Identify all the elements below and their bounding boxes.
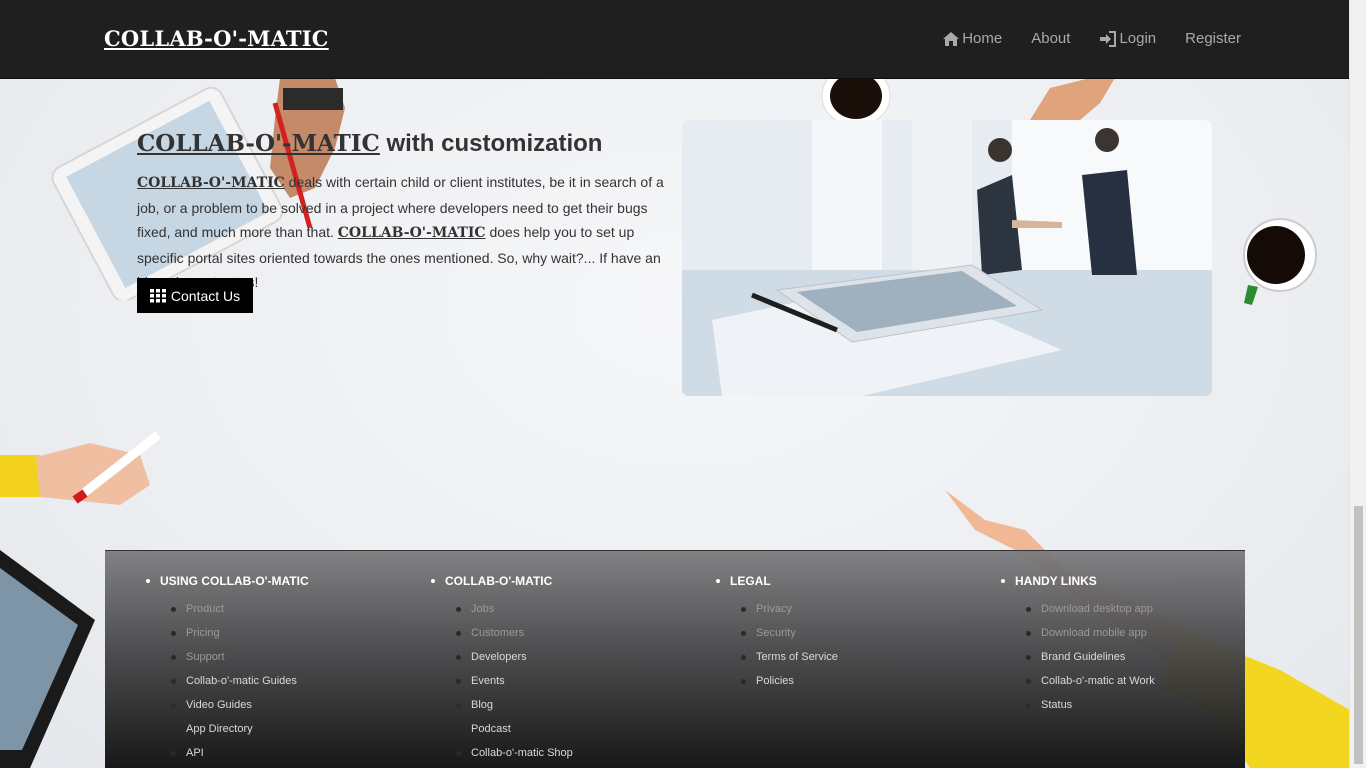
contact-us-label: Contact Us	[170, 287, 241, 304]
business-handshake-image	[682, 120, 1212, 396]
hero-title: COLLAB-O'-MATIC with customization	[137, 130, 602, 158]
footer-link-product[interactable]: Product	[171, 597, 416, 621]
footer-link-jobs[interactable]: Jobs	[456, 597, 701, 621]
footer-link-mobile-app[interactable]: Download mobile app	[1026, 621, 1271, 645]
scrollbar-thumb[interactable]	[1354, 506, 1363, 764]
hero-title-brand: COLLAB-O'-MATIC	[137, 130, 380, 157]
tablet-bottom-left-decoration	[0, 550, 95, 768]
nav-menu: Home About Login Register	[913, 30, 1241, 47]
vertical-scrollbar[interactable]	[1349, 0, 1366, 768]
brand-logo[interactable]: COLLAB-O'-MATIC	[104, 26, 329, 51]
footer-link-desktop-app[interactable]: Download desktop app	[1026, 597, 1271, 621]
footer-link-security[interactable]: Security	[741, 621, 986, 645]
footer-link-events[interactable]: Events	[456, 669, 701, 693]
footer-link-podcast[interactable]: Podcast	[456, 717, 701, 741]
nav-register-label: Register	[1185, 30, 1241, 47]
nav-login-link[interactable]: Login	[1099, 30, 1156, 47]
footer-link-api[interactable]: API	[171, 741, 416, 765]
footer-link-at-work[interactable]: Collab-o'-matic at Work	[1026, 669, 1271, 693]
hero-text-brand-2: COLLAB-O'-MATIC	[337, 225, 486, 241]
footer-link-blog[interactable]: Blog	[456, 693, 701, 717]
footer-link-support[interactable]: Support	[171, 645, 416, 669]
footer-link-video-guides[interactable]: Video Guides	[171, 693, 416, 717]
coffee-cup-right-decoration	[1243, 218, 1317, 305]
footer-link-app-directory[interactable]: App Directory	[171, 717, 416, 741]
nav-about-label: About	[1031, 30, 1071, 47]
footer-heading: LEGAL	[716, 574, 986, 588]
hero-title-rest: with customization	[379, 130, 603, 157]
footer-link-privacy[interactable]: Privacy	[741, 597, 986, 621]
footer-heading: USING COLLAB-O'-MATIC	[146, 574, 416, 588]
footer-link-pricing[interactable]: Pricing	[171, 621, 416, 645]
footer-link-shop[interactable]: Collab-o'-matic Shop	[456, 741, 701, 765]
home-icon	[943, 31, 960, 46]
contact-us-button[interactable]: Contact Us	[137, 278, 253, 313]
top-navbar: COLLAB-O'-MATIC Home About Login Registe…	[0, 0, 1349, 79]
footer-link-terms[interactable]: Terms of Service	[741, 645, 986, 669]
site-footer: USING COLLAB-O'-MATIC Product Pricing Su…	[105, 550, 1245, 768]
hand-decoration	[1030, 78, 1115, 120]
nav-about-link[interactable]: About	[1031, 30, 1070, 47]
footer-link-status[interactable]: Status	[1026, 693, 1271, 717]
login-icon	[1100, 30, 1117, 47]
footer-link-brand-guidelines[interactable]: Brand Guidelines	[1026, 645, 1271, 669]
nav-login-label: Login	[1119, 30, 1157, 47]
nav-register-link[interactable]: Register	[1185, 30, 1241, 47]
footer-heading: COLLAB-O'-MATIC	[431, 574, 701, 588]
footer-link-policies[interactable]: Policies	[741, 669, 986, 693]
footer-column-company: COLLAB-O'-MATIC Jobs Customers Developer…	[431, 574, 701, 765]
nav-home-link[interactable]: Home	[942, 30, 1002, 47]
footer-column-legal: LEGAL Privacy Security Terms of Service …	[716, 574, 986, 693]
nav-home-label: Home	[962, 30, 1003, 47]
footer-column-handy-links: HANDY LINKS Download desktop app Downloa…	[1001, 574, 1271, 717]
hand-with-marker-decoration	[0, 431, 161, 505]
footer-heading: HANDY LINKS	[1001, 574, 1271, 588]
hero-text-brand-1: COLLAB-O'-MATIC	[137, 175, 285, 191]
footer-link-guides[interactable]: Collab-o'-matic Guides	[171, 669, 416, 693]
footer-link-customers[interactable]: Customers	[456, 621, 701, 645]
footer-link-developers[interactable]: Developers	[456, 645, 701, 669]
grid-icon	[149, 288, 166, 302]
footer-column-using: USING COLLAB-O'-MATIC Product Pricing Su…	[146, 574, 416, 765]
hero-description: COLLAB-O'-MATIC deals with certain child…	[137, 170, 672, 295]
